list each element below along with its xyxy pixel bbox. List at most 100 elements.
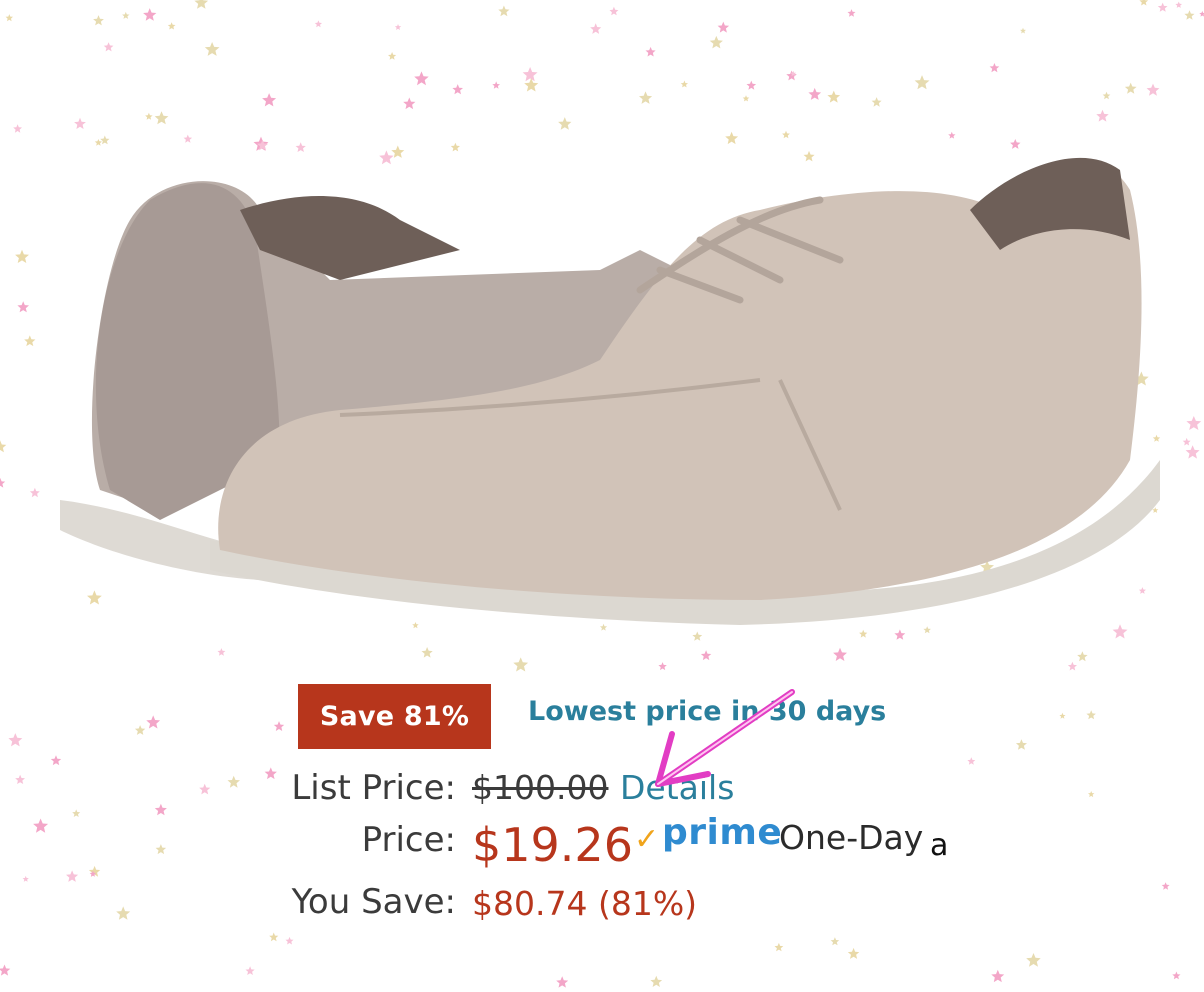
price-label: Price: (361, 820, 456, 860)
star-decoration (0, 440, 7, 453)
star-decoration (8, 733, 23, 747)
star-decoration (204, 42, 220, 56)
star-decoration (639, 91, 653, 104)
star-decoration (1026, 953, 1041, 967)
star-decoration (1086, 710, 1096, 720)
star-decoration (847, 947, 860, 959)
star-decoration (66, 870, 79, 882)
star-decoration (746, 80, 757, 90)
star-decoration (273, 721, 285, 731)
star-decoration (513, 657, 529, 672)
star-decoration (1186, 416, 1202, 430)
star-decoration (680, 80, 688, 88)
you-save-label: You Save: (291, 882, 456, 922)
prime-check-icon: ✓ (634, 822, 660, 857)
star-decoration (24, 335, 36, 347)
star-decoration (217, 648, 226, 656)
star-decoration (1077, 651, 1088, 662)
star-decoration (847, 9, 856, 17)
star-decoration (285, 936, 294, 945)
truncated-text: a (930, 828, 949, 863)
star-decoration (143, 8, 157, 21)
star-decoration (692, 631, 703, 641)
star-decoration (1185, 445, 1200, 459)
star-decoration (894, 629, 906, 640)
star-decoration (808, 87, 822, 100)
star-decoration (88, 865, 101, 877)
star-decoration (154, 111, 169, 125)
star-decoration (145, 112, 153, 120)
shoe-image (60, 157, 1160, 625)
star-decoration (134, 725, 146, 735)
lowest-price-link[interactable]: Lowest price in 30 days (528, 696, 886, 727)
details-link[interactable]: Details (620, 768, 734, 807)
star-decoration (830, 937, 840, 946)
star-decoration (1102, 91, 1111, 100)
star-decoration (122, 11, 130, 19)
star-decoration (50, 755, 62, 766)
star-decoration (155, 844, 167, 855)
list-price-value: $100.00 (472, 768, 609, 807)
star-decoration (1161, 882, 1170, 890)
list-price-label: List Price: (291, 768, 456, 808)
star-decoration (742, 95, 750, 102)
star-decoration (146, 715, 161, 729)
star-decoration (859, 629, 868, 638)
star-decoration (269, 932, 279, 942)
star-decoration (650, 975, 663, 987)
list-price-row: List Price: (240, 768, 456, 812)
star-decoration (1015, 739, 1027, 750)
star-decoration (245, 966, 255, 975)
star-decoration (414, 71, 429, 86)
star-decoration (314, 20, 322, 28)
price-row: Price: (240, 820, 456, 864)
star-decoration (1059, 712, 1066, 719)
star-decoration (1184, 10, 1195, 20)
star-decoration (194, 0, 209, 9)
star-decoration (833, 647, 847, 661)
star-decoration (1139, 0, 1149, 6)
star-decoration (700, 650, 712, 661)
star-decoration (421, 647, 433, 658)
star-decoration (645, 46, 656, 57)
star-decoration (5, 14, 13, 22)
star-decoration (658, 662, 667, 671)
star-decoration (74, 117, 86, 129)
star-decoration (1088, 791, 1095, 798)
star-decoration (1157, 2, 1168, 12)
star-decoration (871, 97, 882, 107)
star-decoration (827, 90, 841, 103)
star-decoration (22, 875, 29, 882)
star-decoration (967, 757, 976, 765)
save-badge-label: Save 81% (319, 701, 470, 732)
you-save-value: $80.74 (81%) (472, 884, 698, 923)
star-decoration (1067, 661, 1077, 671)
star-decoration (103, 42, 114, 52)
save-badge: Save 81% (298, 684, 491, 749)
star-decoration (0, 478, 6, 488)
price-value: $19.26 (472, 818, 633, 872)
star-decoration (116, 906, 131, 920)
star-decoration (590, 23, 602, 34)
star-decoration (558, 117, 572, 130)
star-decoration (1124, 82, 1137, 94)
prime-logo[interactable]: prime (662, 812, 782, 853)
star-decoration (1175, 1, 1182, 8)
star-decoration (709, 35, 723, 49)
star-decoration (33, 818, 49, 833)
star-decoration (452, 84, 463, 95)
star-decoration (989, 63, 1000, 73)
star-decoration (403, 97, 416, 110)
star-decoration (498, 5, 510, 17)
star-decoration (13, 124, 22, 133)
star-decoration (29, 487, 40, 498)
star-decoration (167, 22, 176, 30)
star-decoration (1020, 27, 1026, 34)
you-save-row: You Save: (240, 882, 456, 926)
star-decoration (0, 964, 11, 976)
star-decoration (394, 24, 402, 30)
star-decoration (522, 67, 538, 82)
star-decoration (1172, 971, 1181, 980)
star-decoration (17, 301, 29, 313)
star-decoration (72, 809, 81, 817)
